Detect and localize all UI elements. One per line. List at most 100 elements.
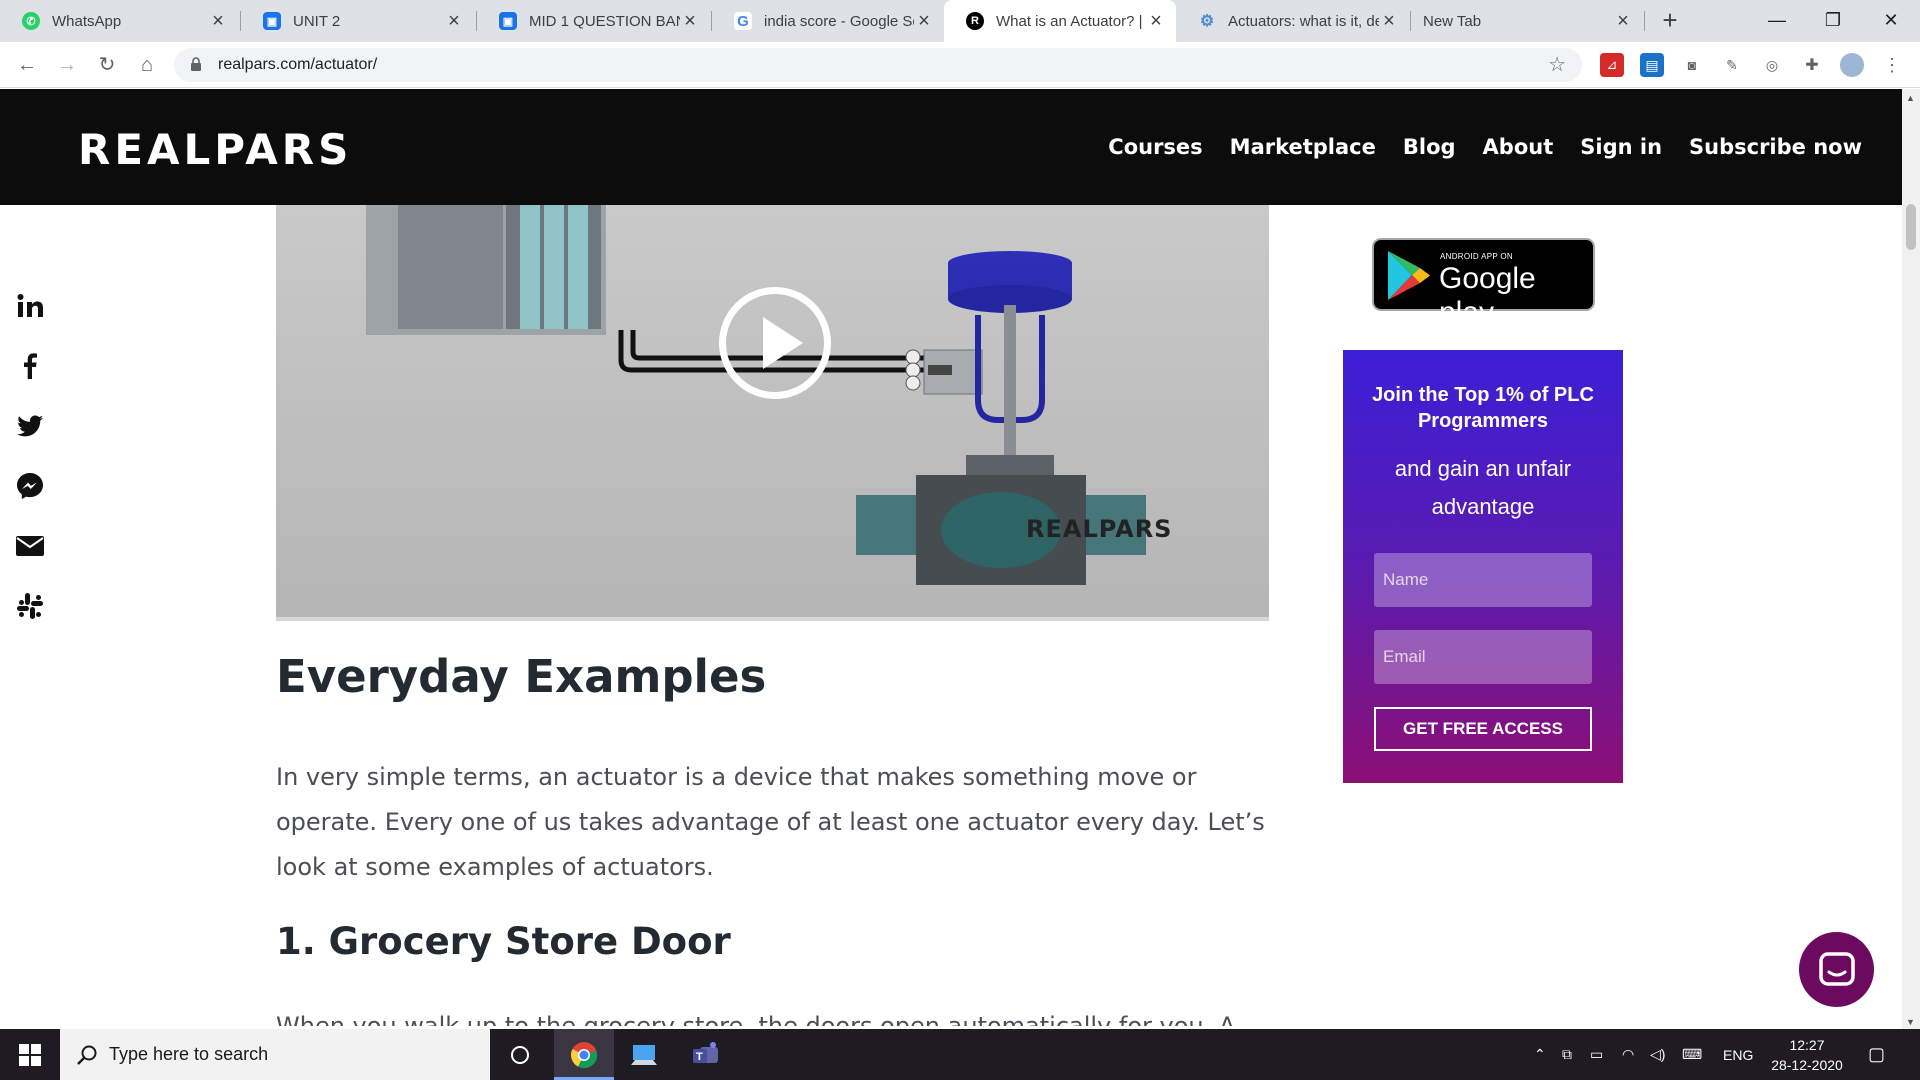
chrome-taskbar-icon[interactable]: [554, 1029, 614, 1080]
screen-capture-extension-icon[interactable]: ▤: [1640, 53, 1664, 77]
tab-title: WhatsApp: [52, 12, 122, 30]
task-view-icon[interactable]: [490, 1029, 550, 1080]
tab-mid-1-question-bank[interactable]: ▣ MID 1 QUESTION BAN ×: [477, 0, 710, 42]
screen-sketch-taskbar-icon[interactable]: [614, 1029, 674, 1080]
nav-blog[interactable]: Blog: [1403, 135, 1456, 159]
tab-google-search[interactable]: G india score - Google Se ×: [712, 0, 944, 42]
pdf-extension-icon[interactable]: ⊿: [1600, 53, 1624, 77]
video-player[interactable]: REALPARS: [276, 205, 1269, 620]
windows-logo-icon: [19, 1043, 41, 1066]
tab-new-tab[interactable]: New Tab ×: [1411, 0, 1643, 42]
close-icon[interactable]: ×: [1613, 10, 1633, 33]
keyboard-icon[interactable]: ⌨: [1682, 1029, 1702, 1080]
language-indicator[interactable]: ENG: [1723, 1029, 1753, 1080]
nav-subscribe-now[interactable]: Subscribe now: [1689, 135, 1862, 159]
close-icon[interactable]: ×: [680, 10, 700, 33]
promo-title: Join the Top 1% of PLC Programmers: [1372, 384, 1594, 432]
profile-avatar[interactable]: [1840, 53, 1864, 77]
google-play-icon: [1388, 251, 1430, 300]
bookmark-star-icon[interactable]: ☆: [1548, 52, 1566, 77]
close-icon[interactable]: ×: [444, 10, 464, 33]
nav-marketplace[interactable]: Marketplace: [1230, 135, 1376, 159]
google-classroom-icon: ▣: [263, 12, 281, 30]
browser-toolbar: ← → ↻ ⌂ realpars.com/actuator/ ☆ ⊿ ▤ ◙ ✎…: [0, 42, 1920, 88]
scroll-down-arrow-icon[interactable]: ▼: [1906, 1017, 1915, 1027]
tab-title: india score - Google Se: [764, 12, 914, 30]
browser-tab-strip: ✆ WhatsApp × ▣ UNIT 2 × ▣ MID 1 QUESTION…: [0, 0, 1920, 42]
scrollbar-thumb[interactable]: [1906, 204, 1916, 250]
home-button[interactable]: ⌂: [132, 50, 162, 80]
teams-taskbar-icon[interactable]: T: [676, 1029, 736, 1080]
realpars-icon: R: [966, 12, 984, 30]
notifications-icon[interactable]: ▢: [1868, 1029, 1885, 1080]
facebook-icon[interactable]: [14, 350, 46, 382]
volume-icon[interactable]: ◁): [1650, 1029, 1665, 1080]
new-tab-button[interactable]: +: [1655, 6, 1685, 36]
close-icon[interactable]: ×: [1379, 10, 1399, 33]
chat-launcher-button[interactable]: [1799, 932, 1874, 1007]
tab-what-is-an-actuator[interactable]: R What is an Actuator? | R ×: [944, 0, 1176, 42]
tab-whatsapp[interactable]: ✆ WhatsApp ×: [0, 0, 238, 42]
tab-unit-2[interactable]: ▣ UNIT 2 ×: [241, 0, 474, 42]
get-free-access-button[interactable]: GET FREE ACCESS: [1374, 707, 1592, 751]
address-bar[interactable]: realpars.com/actuator/ ☆: [174, 48, 1582, 82]
email-icon[interactable]: [14, 530, 46, 562]
page-scrollbar[interactable]: ▲ ▼: [1902, 89, 1920, 1029]
nav-sign-in[interactable]: Sign in: [1580, 135, 1662, 159]
linkedin-icon[interactable]: [14, 290, 46, 322]
whatsapp-icon: ✆: [22, 12, 40, 30]
system-clock[interactable]: 12:27 28-12-2020: [1762, 1035, 1852, 1075]
minimize-button[interactable]: —: [1752, 0, 1802, 42]
email-field[interactable]: [1374, 630, 1592, 684]
signup-promo-box: Join the Top 1% of PLC Programmers and g…: [1343, 350, 1623, 783]
svg-text:T: T: [696, 1051, 703, 1063]
tab-title: New Tab: [1423, 12, 1482, 30]
article-next-line: When you walk up to the grocery store, t…: [276, 1014, 1236, 1026]
realpars-logo[interactable]: REALPARS: [78, 125, 352, 174]
clock-date: 28-12-2020: [1771, 1057, 1843, 1073]
search-icon: [77, 1045, 97, 1065]
twitter-icon[interactable]: [14, 410, 46, 442]
forward-button[interactable]: →: [52, 50, 82, 80]
eyedropper-extension-icon[interactable]: ✎: [1720, 53, 1744, 77]
subsection-heading: 1. Grocery Store Door: [276, 920, 731, 963]
meet-now-icon[interactable]: ⧉: [1562, 1029, 1572, 1080]
camera-extension-icon[interactable]: ◙: [1680, 53, 1704, 77]
google-play-badge[interactable]: ANDROID APP ON Google play: [1372, 238, 1595, 329]
video-bottom-border: [276, 617, 1269, 621]
tab-separator: [1644, 11, 1645, 31]
windows-taskbar: Type here to search T ⌃ ⧉ ▭ ◠ ◁) ⌨ ENG 1…: [0, 1029, 1920, 1080]
tab-title: Actuators: what is it, de: [1228, 12, 1379, 30]
restore-button[interactable]: ❐: [1808, 0, 1858, 42]
close-window-button[interactable]: ✕: [1866, 0, 1916, 42]
messenger-icon[interactable]: [14, 470, 46, 502]
menu-kebab-icon[interactable]: ⋮: [1880, 53, 1904, 77]
section-heading: Everyday Examples: [276, 650, 767, 703]
scroll-up-arrow-icon[interactable]: ▲: [1906, 93, 1915, 103]
taskbar-search-box[interactable]: Type here to search: [60, 1029, 490, 1080]
start-button[interactable]: [0, 1029, 60, 1080]
battery-icon[interactable]: ▭: [1590, 1029, 1603, 1080]
nav-about[interactable]: About: [1483, 135, 1554, 159]
reload-button[interactable]: ↻: [92, 50, 122, 80]
article-paragraph: In very simple terms, an actuator is a d…: [276, 763, 1265, 881]
close-icon[interactable]: ×: [208, 10, 228, 33]
extensions-puzzle-icon[interactable]: ✚: [1800, 53, 1824, 77]
tab-actuators-definition[interactable]: ⚙ Actuators: what is it, de ×: [1176, 0, 1409, 42]
name-field[interactable]: [1374, 553, 1592, 607]
search-placeholder: Type here to search: [109, 1044, 269, 1064]
play-button[interactable]: [719, 287, 831, 399]
back-button[interactable]: ←: [12, 50, 42, 80]
video-watermark: REALPARS: [1026, 515, 1173, 543]
actuator-valve-illustration: [366, 205, 1146, 585]
close-icon[interactable]: ×: [1146, 10, 1166, 33]
wifi-icon[interactable]: ◠: [1622, 1029, 1634, 1080]
show-hidden-icons-button[interactable]: ⌃: [1534, 1029, 1546, 1080]
nav-courses[interactable]: Courses: [1108, 135, 1202, 159]
close-icon[interactable]: ×: [914, 10, 934, 33]
slack-icon[interactable]: [14, 590, 46, 622]
gear-icon: ⚙: [1198, 12, 1216, 30]
gplay-small-text: ANDROID APP ON: [1440, 252, 1513, 261]
cast-extension-icon[interactable]: ◎: [1760, 53, 1784, 77]
social-share-bar: [14, 290, 46, 650]
